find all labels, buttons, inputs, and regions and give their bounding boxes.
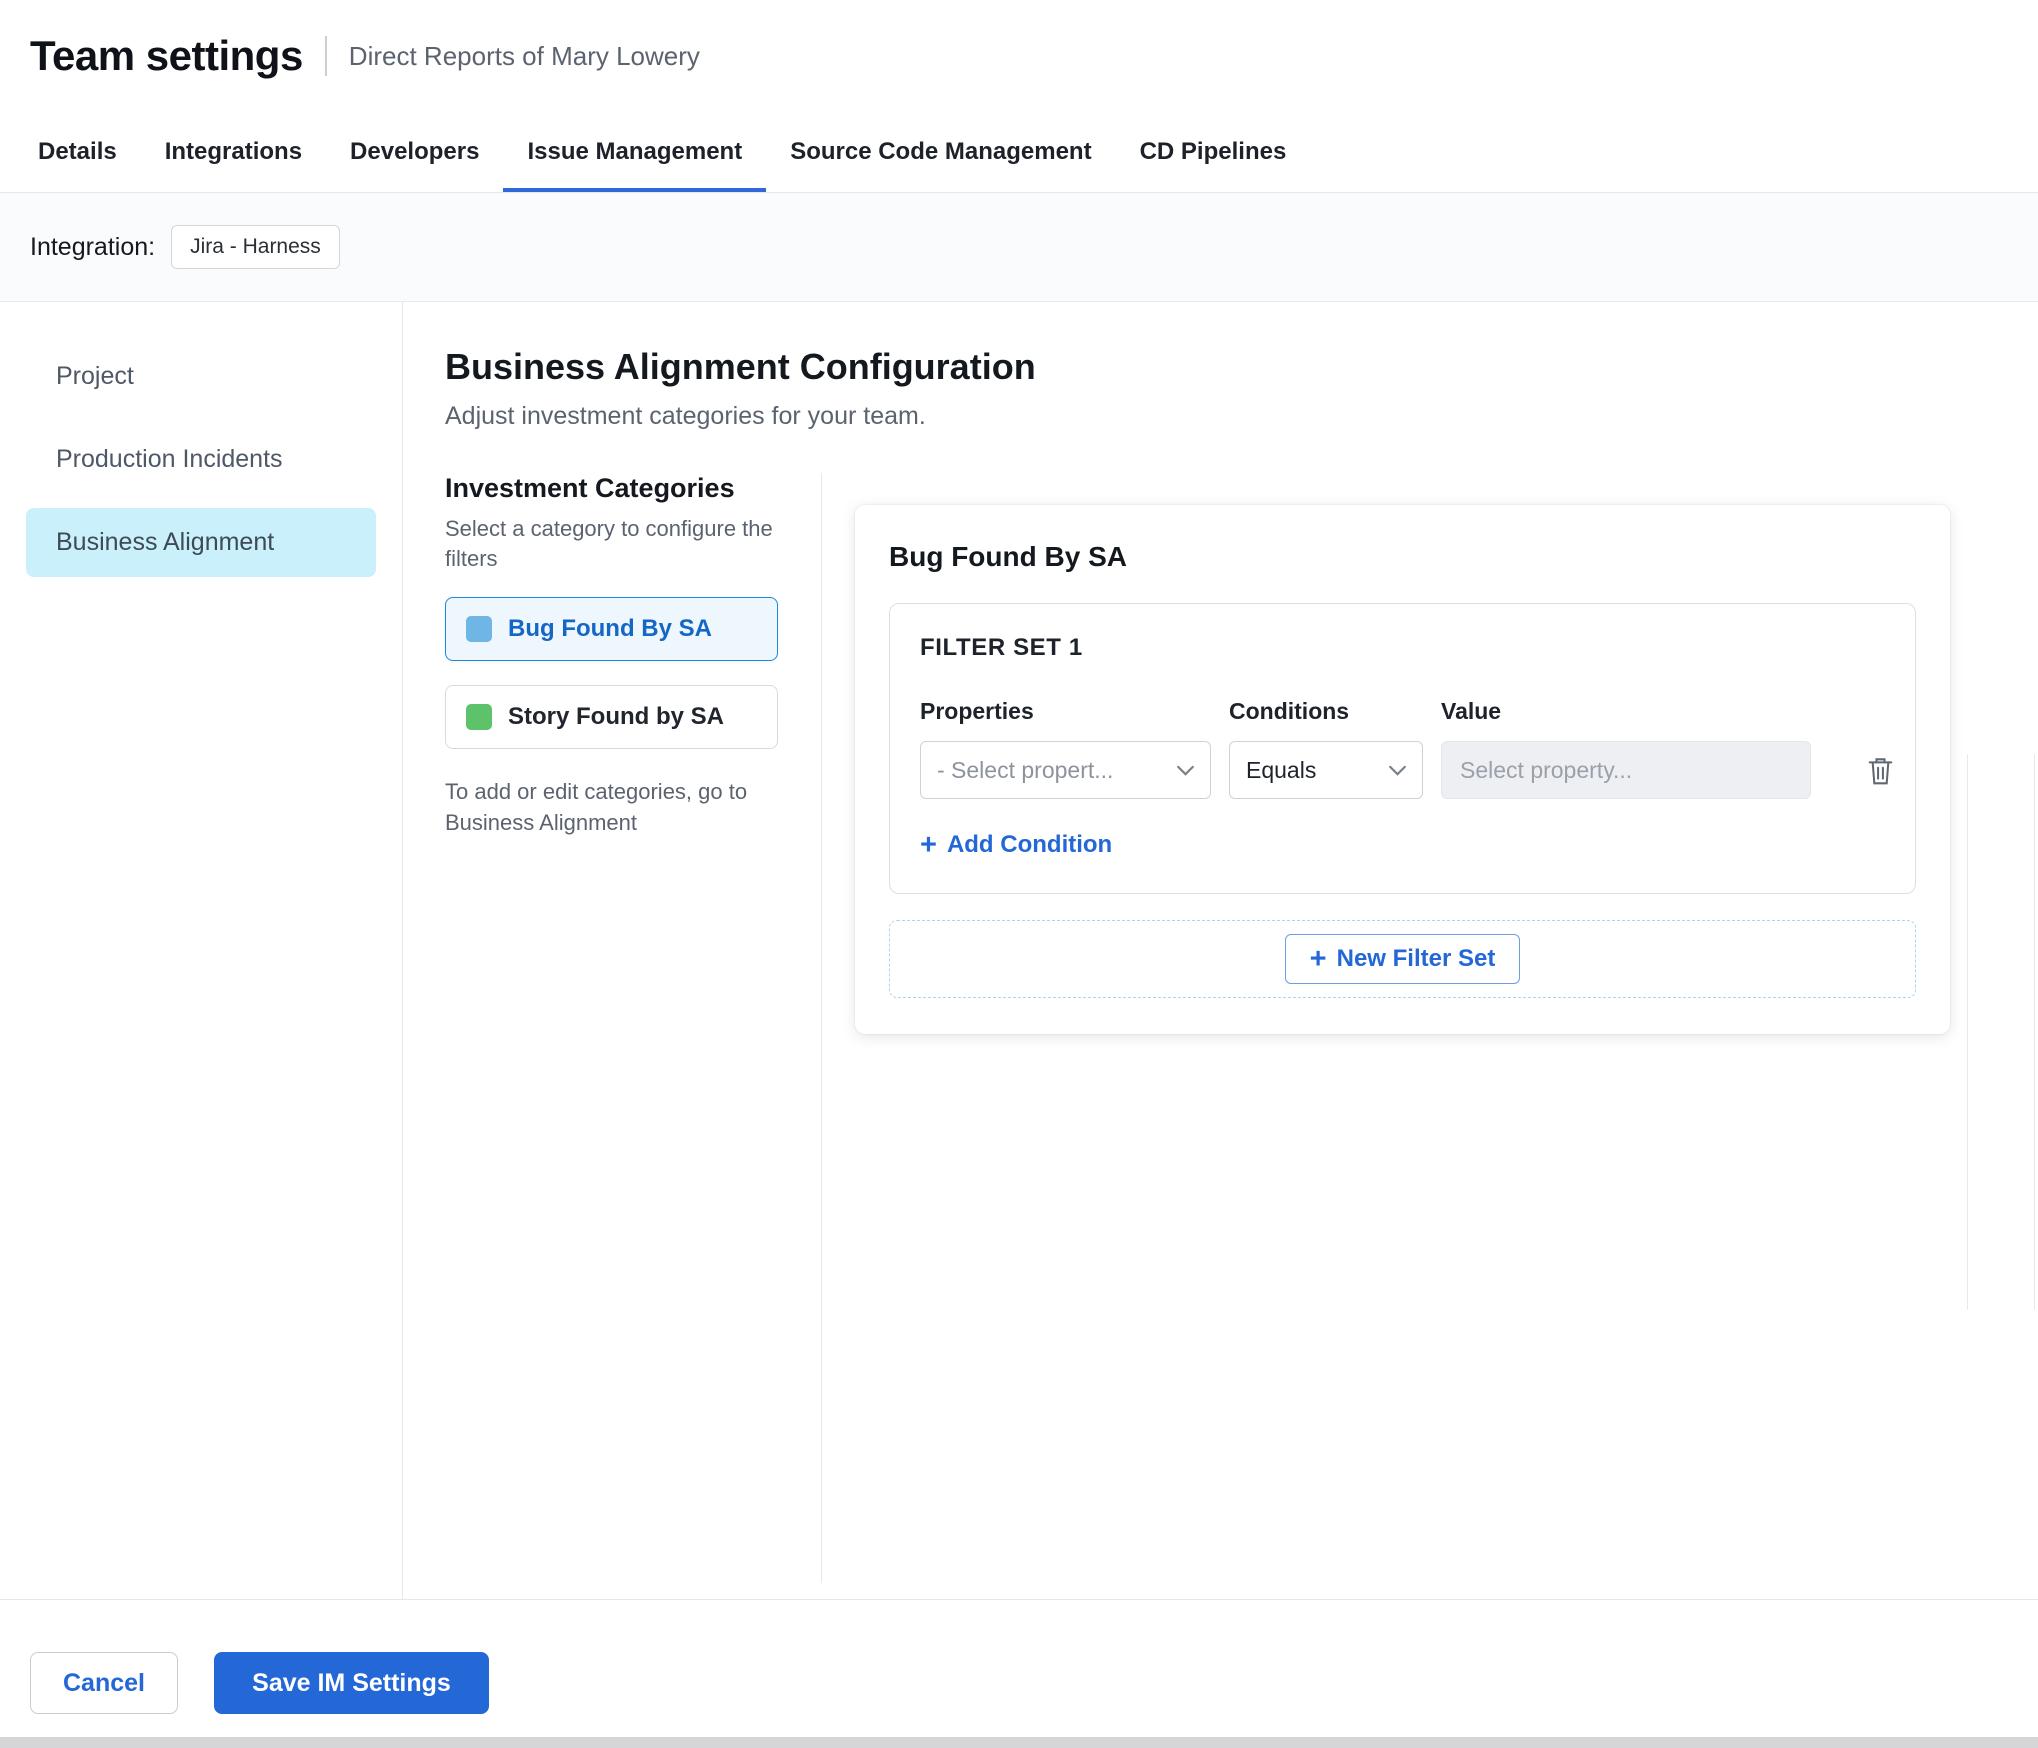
category-config-card: Bug Found By SA FILTER SET 1 Properties … — [855, 505, 1950, 1034]
tab-source-code-management[interactable]: Source Code Management — [766, 112, 1115, 192]
category-bug-found-by-sa[interactable]: Bug Found By SA — [445, 597, 778, 662]
conditions-label: Conditions — [1229, 698, 1350, 724]
investment-categories-column: Investment Categories Select a category … — [445, 473, 822, 1583]
page-title: Team settings — [30, 32, 303, 79]
category-color-swatch — [466, 616, 492, 643]
integration-bar: Integration: Jira - Harness — [0, 193, 2038, 302]
filter-set-1: FILTER SET 1 Properties - Select propert… — [889, 603, 1916, 894]
panel-edge-divider — [1967, 754, 1968, 1310]
category-label: Bug Found By SA — [508, 615, 712, 643]
cancel-button[interactable]: Cancel — [30, 1652, 178, 1714]
categories-heading: Investment Categories — [445, 473, 735, 503]
page-subtitle: Direct Reports of Mary Lowery — [348, 40, 700, 71]
chevron-down-icon — [1177, 765, 1194, 776]
categories-description: Select a category to configure the filte… — [445, 516, 773, 571]
tab-cd-pipelines[interactable]: CD Pipelines — [1116, 112, 1311, 192]
filter-config-column: Bug Found By SA FILTER SET 1 Properties … — [822, 473, 2038, 1583]
value-input[interactable] — [1441, 741, 1811, 799]
settings-sidebar: Project Production Incidents Business Al… — [0, 302, 403, 1599]
value-column: Value — [1441, 698, 1811, 799]
new-filter-set-button[interactable]: + New Filter Set — [1284, 934, 1521, 984]
team-settings-page: Team settings Direct Reports of Mary Low… — [0, 0, 2038, 1748]
integration-label: Integration: — [30, 232, 156, 261]
sidebar-item-project[interactable]: Project — [26, 342, 376, 411]
content-area: Project Production Incidents Business Al… — [0, 302, 2038, 1599]
card-title: Bug Found By SA — [889, 541, 1127, 572]
tab-details[interactable]: Details — [14, 112, 141, 192]
categories-note: To add or edit categories, go to Busines… — [445, 779, 748, 836]
integration-chip[interactable]: Jira - Harness — [171, 225, 340, 269]
plus-icon: + — [1309, 942, 1327, 975]
section-subtitle: Adjust investment categories for your te… — [445, 402, 926, 430]
add-condition-label: Add Condition — [946, 831, 1113, 858]
value-label: Value — [1441, 698, 1502, 724]
tab-developers[interactable]: Developers — [326, 112, 503, 192]
properties-label: Properties — [920, 698, 1034, 724]
properties-select-placeholder: - Select propert... — [937, 756, 1114, 783]
new-filter-set-label: New Filter Set — [1336, 945, 1496, 972]
config-columns: Investment Categories Select a category … — [445, 473, 2038, 1583]
scrollbar-edge[interactable] — [2034, 754, 2035, 1310]
conditions-select-value: Equals — [1246, 756, 1317, 783]
properties-column: Properties - Select propert... — [920, 698, 1211, 799]
save-button[interactable]: Save IM Settings — [214, 1652, 489, 1714]
section-title: Business Alignment Configuration — [445, 346, 1036, 387]
title-separator — [324, 36, 327, 76]
sidebar-item-business-alignment[interactable]: Business Alignment — [26, 508, 376, 577]
properties-select[interactable]: - Select propert... — [920, 741, 1211, 799]
new-filter-set-dropzone: + New Filter Set — [889, 920, 1916, 998]
condition-row: Properties - Select propert... Condition… — [920, 698, 1893, 799]
plus-icon: + — [920, 828, 937, 861]
category-color-swatch — [466, 704, 492, 731]
category-label: Story Found by SA — [508, 703, 724, 731]
trash-icon — [1867, 758, 1894, 789]
add-condition-button[interactable]: + Add Condition — [920, 828, 1113, 861]
filter-set-heading: FILTER SET 1 — [920, 634, 1083, 661]
chevron-down-icon — [1389, 765, 1406, 776]
tab-integrations[interactable]: Integrations — [141, 112, 326, 192]
main-panel: Business Alignment Configuration Adjust … — [403, 302, 2038, 1599]
page-header: Team settings Direct Reports of Mary Low… — [0, 0, 2038, 112]
bottom-strip — [0, 1737, 2038, 1748]
footer-actions: Cancel Save IM Settings — [0, 1599, 2038, 1737]
tab-issue-management[interactable]: Issue Management — [503, 112, 767, 192]
category-story-found-by-sa[interactable]: Story Found by SA — [445, 685, 778, 750]
tab-bar: Details Integrations Developers Issue Ma… — [0, 112, 2038, 193]
delete-condition-button[interactable] — [1867, 755, 1894, 786]
sidebar-item-production-incidents[interactable]: Production Incidents — [26, 425, 376, 494]
conditions-column: Conditions Equals — [1229, 698, 1423, 799]
conditions-select[interactable]: Equals — [1229, 741, 1423, 799]
